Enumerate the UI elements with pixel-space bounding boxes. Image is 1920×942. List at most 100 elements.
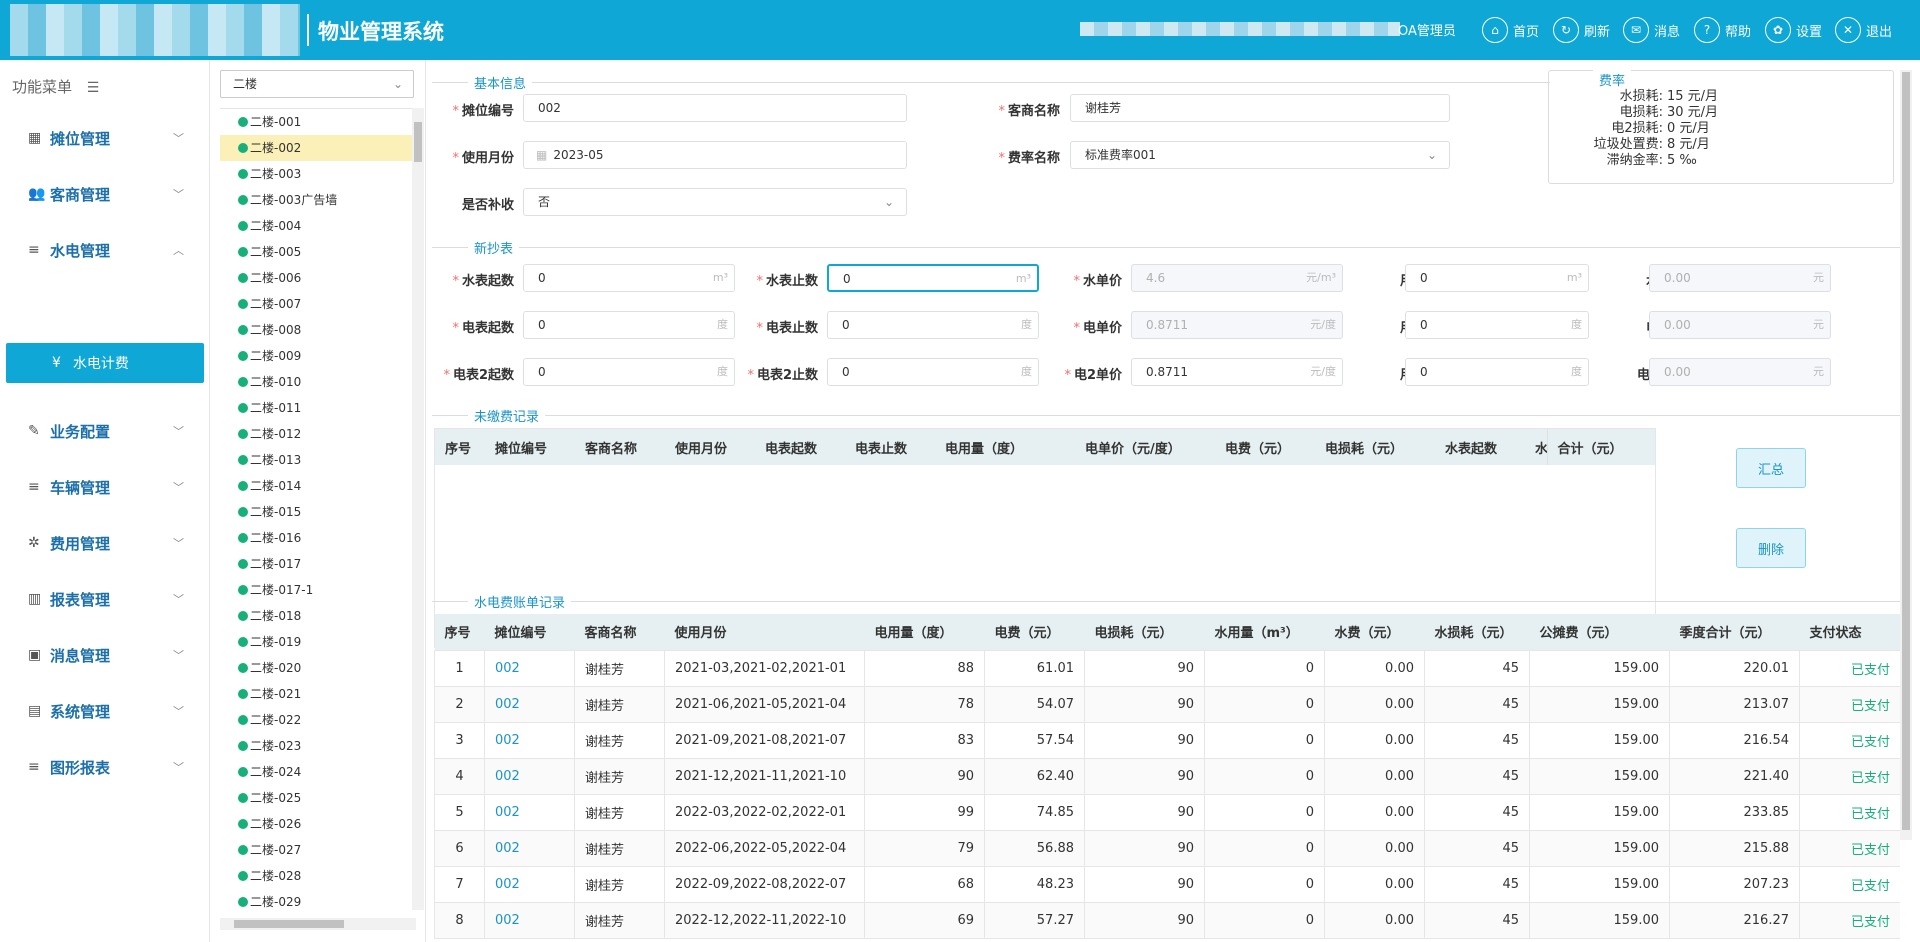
sidebar-item-10[interactable]: ▤ 系统管理 ﹀	[0, 691, 210, 731]
column-header[interactable]: 序号	[435, 429, 485, 465]
stall-link[interactable]: 002	[484, 829, 575, 867]
table-row[interactable]: 6 002 谢桂芳 2022-06,2022-05,2022-04 79 56.88 90 0…	[434, 829, 1900, 867]
tree-node[interactable]: 二楼-005	[220, 239, 416, 265]
stall-link[interactable]: 002	[484, 757, 575, 795]
column-header[interactable]: 客商名称	[575, 429, 665, 465]
stall-link[interactable]: 002	[484, 793, 575, 831]
column-header[interactable]: 电用量（度）	[864, 614, 985, 650]
column-header[interactable]: 摊位编号	[484, 614, 575, 650]
sidebar-item-9[interactable]: ▣ 消息管理 ﹀	[0, 635, 210, 675]
tree-node[interactable]: 二楼-007	[220, 291, 416, 317]
tree-node[interactable]: 二楼-013	[220, 447, 416, 473]
column-header[interactable]: 合计（元）	[1546, 429, 1655, 465]
meter-usage-field[interactable]: 0度	[1405, 311, 1589, 339]
meter-usage-field[interactable]: 0度	[1405, 358, 1589, 386]
sidebar-item-8[interactable]: ▥ 报表管理 ﹀	[0, 579, 210, 619]
nav-settings-button[interactable]: ✿ 设置	[1765, 16, 1822, 44]
floor-select[interactable]: 二楼 ⌄	[220, 70, 414, 98]
table-row[interactable]: 8 002 谢桂芳 2022-12,2022-11,2022-10 69 57.27 90 0…	[434, 901, 1900, 939]
column-header[interactable]: 电费（元）	[984, 614, 1085, 650]
column-header[interactable]: 电单价（元/度）	[1075, 429, 1215, 465]
nav-mail-button[interactable]: ✉ 消息	[1623, 16, 1680, 44]
table-row[interactable]: 5 002 谢桂芳 2022-03,2022-02,2022-01 99 74.85 90 0…	[434, 793, 1900, 831]
stall-field[interactable]: 002	[523, 94, 907, 122]
meter-price-field[interactable]: 0.8711 元/度	[1131, 311, 1343, 339]
table-row[interactable]: 2 002 谢桂芳 2021-06,2021-05,2021-04 78 54.07 90 0…	[434, 685, 1900, 723]
column-header[interactable]: 水费（元）	[1324, 614, 1425, 650]
supplement-select[interactable]: 否 ⌄	[523, 188, 907, 216]
tree-node[interactable]: 二楼-012	[220, 421, 416, 447]
column-header[interactable]: 使用月份	[664, 614, 865, 650]
scrollbar-thumb[interactable]	[1902, 72, 1910, 830]
tree-node[interactable]: 二楼-003	[220, 161, 416, 187]
stall-link[interactable]: 002	[484, 649, 575, 687]
table-row[interactable]: 3 002 谢桂芳 2021-09,2021-08,2021-07 83 57.54 90 0…	[434, 721, 1900, 759]
scrollbar-thumb[interactable]	[414, 122, 422, 162]
tree-node[interactable]: 二楼-002	[220, 135, 416, 161]
tree-node[interactable]: 二楼-029	[220, 889, 416, 908]
column-header[interactable]: 水表起数	[1435, 429, 1525, 465]
column-header[interactable]: 电表止数	[845, 429, 935, 465]
tree-node[interactable]: 二楼-017	[220, 551, 416, 577]
column-header[interactable]: 电用量（度）	[935, 429, 1075, 465]
nav-logout-button[interactable]: ✕ 退出	[1835, 16, 1892, 44]
meter-price-field[interactable]: 0.8711 元/度	[1131, 358, 1343, 386]
tree-node[interactable]: 二楼-020	[220, 655, 416, 681]
meter-fee-field[interactable]: 0.00 元	[1649, 264, 1831, 292]
stall-link[interactable]: 002	[484, 721, 575, 759]
tree-node[interactable]: 二楼-027	[220, 837, 416, 863]
tree-node[interactable]: 二楼-025	[220, 785, 416, 811]
meter-fee-field[interactable]: 0.00 元	[1649, 311, 1831, 339]
tree-node[interactable]: 二楼-006	[220, 265, 416, 291]
sidebar-item-2[interactable]: 👥 客商管理 ﹀	[0, 174, 210, 214]
tree-node[interactable]: 二楼-014	[220, 473, 416, 499]
tree-node[interactable]: 二楼-026	[220, 811, 416, 837]
tree-vertical-scrollbar[interactable]	[412, 108, 424, 910]
tree-node[interactable]: 二楼-019	[220, 629, 416, 655]
sidebar-item-5[interactable]: ✎ 业务配置 ﹀	[0, 411, 210, 451]
meter-end-field[interactable]: 0度	[827, 358, 1039, 386]
tree-node[interactable]: 二楼-011	[220, 395, 416, 421]
column-header[interactable]: 水损耗（元）	[1424, 614, 1530, 650]
tree-node[interactable]: 二楼-010	[220, 369, 416, 395]
column-header[interactable]: 支付状态	[1799, 614, 1900, 650]
tree-node[interactable]: 二楼-021	[220, 681, 416, 707]
table-row[interactable]: 4 002 谢桂芳 2021-12,2021-11,2021-10 90 62.40 90 0…	[434, 757, 1900, 795]
column-header[interactable]: 季度合计（元）	[1669, 614, 1800, 650]
tree-node[interactable]: 二楼-003广告墙	[220, 187, 416, 213]
column-header[interactable]: 电费（元）	[1215, 429, 1315, 465]
column-header[interactable]: 电损耗（元）	[1315, 429, 1435, 465]
sidebar-item-7[interactable]: ✲ 费用管理 ﹀	[0, 523, 210, 563]
nav-help-button[interactable]: ? 帮助	[1694, 16, 1751, 44]
tree-horizontal-scrollbar[interactable]	[220, 918, 416, 930]
main-vertical-scrollbar[interactable]	[1900, 70, 1912, 840]
column-header[interactable]: 水用量（m³）	[1204, 614, 1325, 650]
sidebar-item-6[interactable]: ≡ 车辆管理 ﹀	[0, 467, 210, 507]
tree-node[interactable]: 二楼-004	[220, 213, 416, 239]
tree-node[interactable]: 二楼-022	[220, 707, 416, 733]
tree-node[interactable]: 二楼-018	[220, 603, 416, 629]
meter-price-field[interactable]: 4.6 元/m³	[1131, 264, 1343, 292]
column-header[interactable]: 客商名称	[574, 614, 665, 650]
sidebar-subitem-active[interactable]: ¥ 水电计费	[6, 343, 204, 383]
tree-node[interactable]: 二楼-008	[220, 317, 416, 343]
column-header[interactable]: 摊位编号	[485, 429, 575, 465]
meter-usage-field[interactable]: 0 m³	[1405, 264, 1589, 292]
column-header[interactable]: 序号	[434, 614, 485, 650]
column-header[interactable]: 电表起数	[755, 429, 845, 465]
menu-collapse-icon[interactable]: ☰	[87, 80, 100, 96]
nav-refresh-button[interactable]: ↻ 刷新	[1553, 16, 1610, 44]
nav-home-button[interactable]: ⌂ 首页	[1482, 16, 1539, 44]
tree-node[interactable]: 二楼-009	[220, 343, 416, 369]
column-header[interactable]: 水	[1525, 429, 1547, 465]
month-picker[interactable]: ▦ 2023-05	[523, 141, 907, 169]
merchant-field[interactable]: 谢桂芳	[1070, 94, 1450, 122]
column-header[interactable]: 使用月份	[665, 429, 755, 465]
sidebar-item-1[interactable]: ▦ 摊位管理 ﹀	[0, 118, 210, 158]
meter-start-field[interactable]: 0 m³	[523, 264, 735, 292]
tree-node[interactable]: 二楼-015	[220, 499, 416, 525]
tree-node[interactable]: 二楼-023	[220, 733, 416, 759]
tree-node[interactable]: 二楼-001	[220, 109, 416, 135]
meter-end-field[interactable]: 0度	[827, 311, 1039, 339]
tree-node[interactable]: 二楼-017-1	[220, 577, 416, 603]
